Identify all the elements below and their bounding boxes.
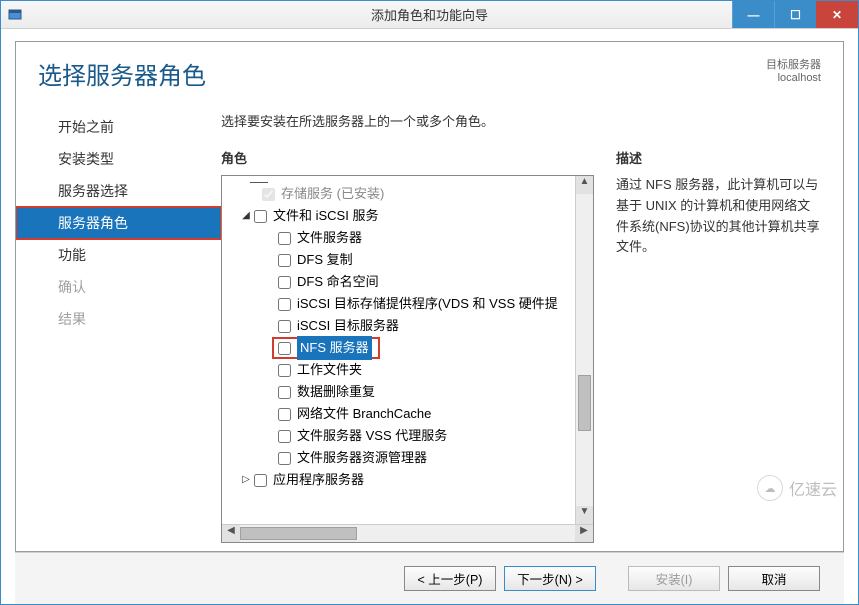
page-title: 选择服务器角色 (38, 56, 206, 91)
description-text: 通过 NFS 服务器，此计算机可以与基于 UNIX 的计算机和使用网络文件系统(… (616, 175, 821, 258)
expander-icon[interactable]: ◢ (240, 205, 252, 227)
target-label: 目标服务器 (766, 56, 821, 72)
role-iscsi-target-provider[interactable]: iSCSI 目标存储提供程序(VDS 和 VSS 硬件提 (222, 293, 575, 315)
role-app-server[interactable]: ▷ 应用程序服务器 (222, 469, 575, 491)
target-name: localhost (766, 72, 821, 84)
checkbox-file-iscsi[interactable] (254, 210, 267, 223)
description-label: 描述 (616, 148, 821, 167)
checkbox-app-server[interactable] (254, 474, 267, 487)
instruction-text: 选择要安装在所选服务器上的一个或多个角色。 (221, 111, 821, 130)
role-nfs-server[interactable]: NFS 服务器 (222, 337, 575, 359)
install-button: 安装(I) (628, 566, 720, 591)
cancel-button[interactable]: 取消 (728, 566, 820, 591)
role-dfs-namespace[interactable]: DFS 命名空间 (222, 271, 575, 293)
wizard-window: 添加角色和功能向导 — ☐ ✕ 选择服务器角色 目标服务器 localhost … (0, 0, 859, 605)
scroll-thumb[interactable] (240, 527, 357, 540)
scroll-right-icon[interactable]: ▶ (575, 525, 593, 542)
nav-installation-type[interactable]: 安装类型 (16, 143, 221, 175)
nav-confirmation: 确认 (16, 271, 221, 303)
scroll-down-icon[interactable]: ▼ (576, 506, 593, 524)
content-area: 选择服务器角色 目标服务器 localhost 开始之前 安装类型 服务器选择 … (1, 29, 858, 604)
nav-results: 结果 (16, 303, 221, 335)
nav-features[interactable]: 功能 (16, 239, 221, 271)
checkbox-dfs-replication[interactable] (278, 254, 291, 267)
checkbox-dfs-namespace[interactable] (278, 276, 291, 289)
nav-server-selection[interactable]: 服务器选择 (16, 175, 221, 207)
role-dfs-replication[interactable]: DFS 复制 (222, 249, 575, 271)
description-column: 描述 通过 NFS 服务器，此计算机可以与基于 UNIX 的计算机和使用网络文件… (616, 148, 821, 543)
role-branchcache[interactable]: 网络文件 BranchCache (222, 403, 575, 425)
checkbox-iscsi-target-provider[interactable] (278, 298, 291, 311)
heading-row: 选择服务器角色 目标服务器 localhost (16, 56, 843, 91)
role-storage-services: 存储服务 (已安装) (222, 183, 575, 205)
role-work-folders[interactable]: 工作文件夹 (222, 359, 575, 381)
roles-listbox: 存储服务 (已安装) ◢ 文件和 iSCSI 服务 (221, 175, 594, 543)
wizard-panel: 选择服务器角色 目标服务器 localhost 开始之前 安装类型 服务器选择 … (15, 41, 844, 552)
scroll-left-icon[interactable]: ◀ (222, 525, 240, 542)
checkbox-fsrm[interactable] (278, 452, 291, 465)
role-file-server[interactable]: 文件服务器 (222, 227, 575, 249)
checkbox-nfs-server[interactable] (278, 342, 291, 355)
titlebar[interactable]: 添加角色和功能向导 — ☐ ✕ (1, 1, 858, 29)
tree-connector (250, 182, 268, 183)
target-server-box: 目标服务器 localhost (766, 56, 821, 84)
checkbox-vss-agent[interactable] (278, 430, 291, 443)
checkbox-storage-services (262, 188, 275, 201)
roles-column: 角色 存储服务 (已安装) (221, 148, 594, 543)
columns: 角色 存储服务 (已安装) (221, 148, 821, 543)
roles-label: 角色 (221, 148, 594, 167)
role-iscsi-target-server[interactable]: iSCSI 目标服务器 (222, 315, 575, 337)
nav-sidebar: 开始之前 安装类型 服务器选择 服务器角色 功能 确认 结果 (16, 111, 221, 543)
expander-icon[interactable]: ▷ (240, 469, 252, 491)
role-data-dedup[interactable]: 数据删除重复 (222, 381, 575, 403)
checkbox-file-server[interactable] (278, 232, 291, 245)
checkbox-branchcache[interactable] (278, 408, 291, 421)
role-vss-agent[interactable]: 文件服务器 VSS 代理服务 (222, 425, 575, 447)
nav-before-you-begin[interactable]: 开始之前 (16, 111, 221, 143)
nav-server-roles[interactable]: 服务器角色 (16, 207, 221, 239)
checkbox-data-dedup[interactable] (278, 386, 291, 399)
role-file-iscsi[interactable]: ◢ 文件和 iSCSI 服务 (222, 205, 575, 227)
roles-tree[interactable]: 存储服务 (已安装) ◢ 文件和 iSCSI 服务 (222, 176, 575, 524)
checkbox-iscsi-target-server[interactable] (278, 320, 291, 333)
checkbox-work-folders[interactable] (278, 364, 291, 377)
scroll-thumb[interactable] (578, 375, 591, 431)
body-row: 开始之前 安装类型 服务器选择 服务器角色 功能 确认 结果 选择要安装在所选服… (16, 111, 843, 551)
scroll-track[interactable] (576, 194, 593, 506)
previous-button[interactable]: < 上一步(P) (404, 566, 496, 591)
role-fsrm[interactable]: 文件服务器资源管理器 (222, 447, 575, 469)
window-title: 添加角色和功能向导 (1, 5, 858, 24)
next-button[interactable]: 下一步(N) > (504, 566, 596, 591)
scroll-track[interactable] (240, 525, 575, 542)
scroll-up-icon[interactable]: ▲ (576, 176, 593, 194)
button-bar: < 上一步(P) 下一步(N) > 安装(I) 取消 (15, 552, 844, 604)
horizontal-scrollbar[interactable]: ◀ ▶ (222, 524, 593, 542)
vertical-scrollbar[interactable]: ▲ ▼ (575, 176, 593, 524)
main-area: 选择要安装在所选服务器上的一个或多个角色。 角色 (221, 111, 821, 543)
